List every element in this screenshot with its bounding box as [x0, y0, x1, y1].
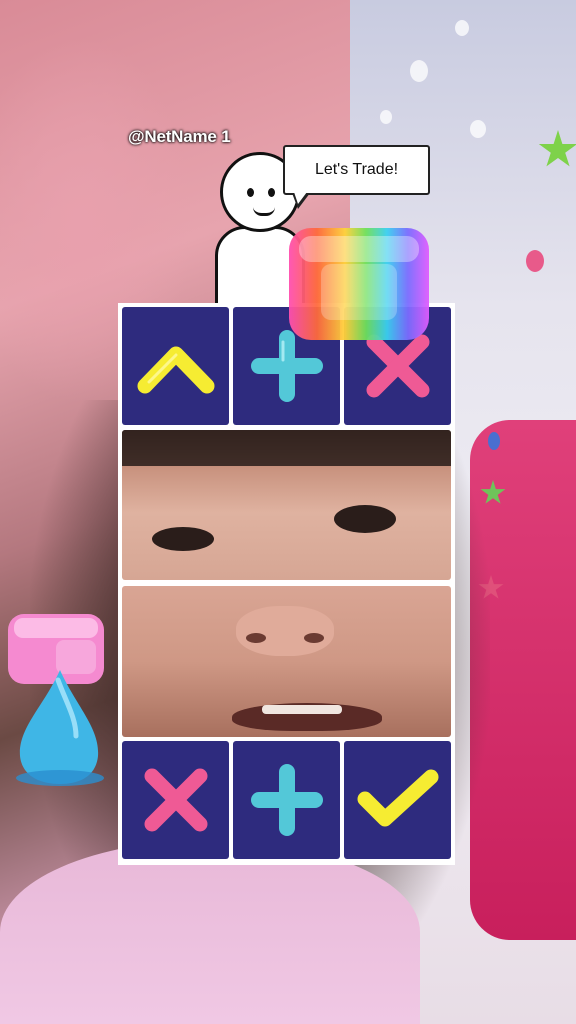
rainbow-cube-sticker: [289, 228, 429, 340]
speech-bubble: Let's Trade!: [283, 145, 430, 195]
teeth-feature: [262, 705, 342, 714]
caret-up-button[interactable]: [122, 307, 229, 425]
caret-up-icon: [137, 346, 214, 394]
hair-feature: [122, 430, 451, 466]
background-dot: [526, 250, 544, 272]
camera-slot-eyes: [122, 430, 451, 580]
background-dot: [410, 60, 428, 82]
blue-drop-sticker: [16, 670, 104, 786]
camera-slot-mouth: [122, 586, 451, 737]
background-shirt: [0, 840, 420, 1024]
avatar-eye: [247, 188, 254, 197]
reject-button-bottom[interactable]: [122, 741, 229, 859]
background-dot: [470, 120, 486, 138]
nostril-feature: [246, 633, 266, 643]
eye-feature: [152, 527, 214, 551]
bottom-button-row: [122, 741, 451, 859]
speech-bubble-text: Let's Trade!: [314, 161, 399, 178]
background-dot: [455, 20, 469, 36]
plus-icon: [250, 764, 323, 836]
speech-bubble-tail-fill: [294, 192, 307, 204]
trade-panel: [118, 303, 455, 865]
accept-button[interactable]: [344, 741, 451, 859]
nostril-feature: [304, 633, 324, 643]
plus-button-bottom[interactable]: [233, 741, 340, 859]
username-label: @NetName 1: [128, 127, 231, 146]
background-dot: [380, 110, 392, 124]
avatar-mouth: [253, 207, 275, 216]
close-icon: [144, 768, 207, 832]
avatar-eye: [268, 188, 275, 197]
check-icon: [357, 769, 438, 827]
eye-feature: [334, 505, 396, 533]
nose-feature: [236, 606, 334, 656]
